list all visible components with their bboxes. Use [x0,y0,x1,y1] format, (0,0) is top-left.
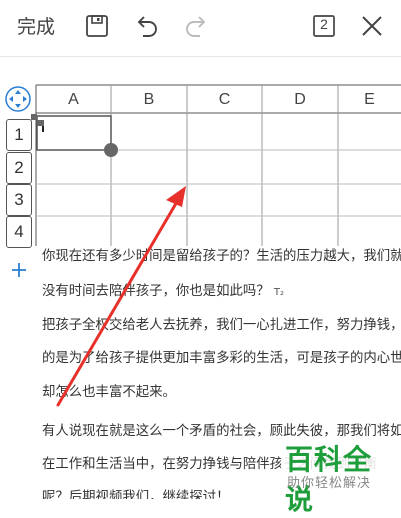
row-header-3[interactable]: 3 [6,184,32,216]
text-line: 却怎么也丰富不起来。 [42,385,176,400]
redo-icon[interactable] [182,12,210,40]
col-header-e[interactable]: E [338,86,401,113]
page-count-icon[interactable]: 2 [310,12,338,40]
spreadsheet: A B C D E 1 2 3 4 [0,56,401,248]
watermark-subtitle: 助你轻松解决 [287,476,372,491]
text-line: 没有时间去陪伴孩子，你也是如此吗？ T₂ [42,283,284,302]
text-line: 把孩子全权交给老人去抚养，我们一心扎进工作，努力挣钱，目 [42,318,401,333]
subscript-mark: T₂ [273,287,285,298]
text-line: 的是为了给孩子提供更加丰富多彩的生活，可是孩子的内心世界 [42,351,401,366]
top-toolbar: 完成 2 [0,0,401,57]
done-button[interactable]: 完成 [17,14,55,40]
row-header-2[interactable]: 2 [6,152,32,184]
move-handle-icon[interactable] [6,56,30,80]
col-header-c[interactable]: C [187,86,262,113]
page-count-text: 2 [320,16,328,32]
text-line: 呢？后期视频我们，继续探讨！ [42,490,230,499]
row-header-1[interactable]: 1 [6,119,32,151]
text-line-content: 没有时间去陪伴孩子，你也是如此吗？ [42,284,270,299]
col-header-b[interactable]: B [111,86,187,113]
text-line: 你现在还有多少时间是留给孩子的？生活的压力越大，我们就越 [42,249,401,264]
save-icon[interactable] [83,12,111,40]
sheet-grid [5,84,401,246]
undo-icon[interactable] [133,12,161,40]
close-icon[interactable] [358,12,386,40]
row-header-4[interactable]: 4 [6,216,32,248]
col-header-a[interactable]: A [36,86,111,113]
watermark-logo: 百科全说 助你轻松解决 [281,438,391,516]
col-header-d[interactable]: D [262,86,338,113]
